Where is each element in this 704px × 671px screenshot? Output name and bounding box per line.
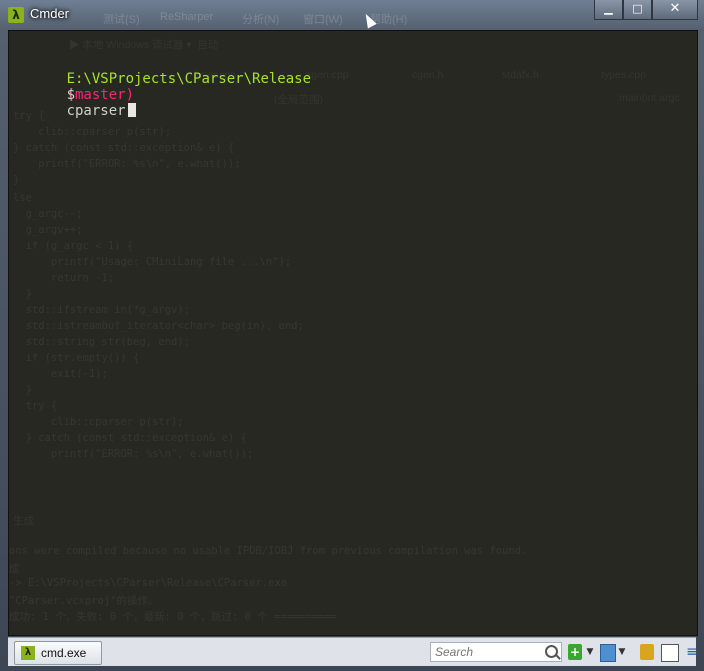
menu-icon[interactable]: ≡ <box>685 644 699 660</box>
layout-dropdown-icon[interactable]: ▼ <box>617 644 627 660</box>
close-button[interactable]: ✕ <box>652 0 698 20</box>
ghost-code-line: if (str.empty()) { <box>13 352 140 364</box>
ghost-code-line: exit(-1); <box>13 368 108 380</box>
ghost-code-line: g_argc--; <box>13 208 83 220</box>
new-console-button[interactable]: + <box>568 644 582 660</box>
tab-label: cmd.exe <box>41 646 87 660</box>
prompt-symbol: $ <box>66 87 76 103</box>
new-console-dropdown-icon[interactable]: ▼ <box>585 644 595 660</box>
ghost-code-line: g_argv++; <box>13 224 83 236</box>
title-bar[interactable]: λ Cmder 测试(S) ReSharper 分析(N) 窗口(W) 帮助(H… <box>0 0 704 29</box>
command-line[interactable]: $ cparser <box>16 71 136 135</box>
window-title: Cmder <box>30 6 70 21</box>
ghost-code-line: } <box>13 174 20 186</box>
status-bar: λ cmd.exe + ▼ ▼ ≡ <box>8 637 699 666</box>
lock-icon[interactable] <box>640 644 654 660</box>
ghost-code-line: } catch (const std::exception& e) { <box>13 432 247 444</box>
panel-view-icon[interactable] <box>661 644 679 662</box>
maximize-button[interactable]: □ <box>623 0 652 20</box>
ghost-code-line: printf("ERROR: %s\n", e.what()); <box>13 448 254 460</box>
ghost-code-line: } <box>13 288 32 300</box>
ghost-code-line: std::istreambuf_iterator<char> beg(in), … <box>13 320 304 332</box>
minimize-button[interactable]: ▁ <box>594 0 623 20</box>
ghost-output-line: 成功: 1 个，失败: 0 个，最新: 0 个，跳过: 0 个 ========… <box>9 611 338 623</box>
ghost-code-line: std::ifstream in(*g_argv); <box>13 304 191 316</box>
command-text[interactable]: cparser <box>67 103 126 119</box>
ghost-file-tab: stdafx.h <box>502 69 539 81</box>
ghost-code-line: clib::cparser p(str); <box>13 416 184 428</box>
terminal-pane[interactable]: ▶ 本地 Windows 调试器 ▾ 自动 lexer.cpp cgen.cpp… <box>8 30 698 636</box>
ghost-code-line: } <box>13 384 32 396</box>
lambda-icon: λ <box>21 646 35 660</box>
window-controls: ▁ □ ✕ <box>594 0 698 20</box>
ghost-code-line: printf("ERROR: %s\n", e.what()); <box>13 158 241 170</box>
ghost-code-line: std::string str(beg, end); <box>13 336 191 348</box>
ghost-output-line: 成 <box>9 563 20 575</box>
console-tab[interactable]: λ cmd.exe <box>14 641 102 665</box>
ghost-code-line: printf("Usage: CMiniLang file ...\n"); <box>13 256 292 268</box>
ghost-file-tab: types.cpp <box>601 69 646 81</box>
background-menu-test: 测试(S) <box>103 14 140 26</box>
ghost-code-line: if (g_argc < 1) { <box>13 240 134 252</box>
ghost-code-line: return -1; <box>13 272 115 284</box>
ghost-file-tab: cgen.h <box>412 69 444 81</box>
ghost-file-tab: cgen.cpp <box>306 69 349 81</box>
ghost-output-line: "CParser.vcxproj"的操作。 <box>9 595 159 607</box>
background-menu-window: 窗口(W) <box>303 14 343 26</box>
background-menu-analyze: 分析(N) <box>242 14 280 26</box>
background-menu-help: 帮助(H) <box>370 14 408 26</box>
background-menu-resharper: ReSharper <box>160 11 214 23</box>
ghost-output-title: 生成 <box>13 515 34 527</box>
split-layout-icon[interactable] <box>600 644 616 662</box>
search-box[interactable] <box>430 642 562 662</box>
ghost-output-line: ons were compiled because no usable IPDB… <box>9 545 528 557</box>
ghost-toolbar: ▶ 本地 Windows 调试器 ▾ 自动 <box>69 39 219 51</box>
text-cursor <box>127 103 136 117</box>
search-input[interactable] <box>431 644 543 660</box>
lambda-app-icon[interactable]: λ <box>8 7 24 23</box>
cmder-window: λ Cmder 测试(S) ReSharper 分析(N) 窗口(W) 帮助(H… <box>0 0 704 671</box>
ghost-output-line: -> E:\VSProjects\CParser\Release\CParser… <box>9 577 288 589</box>
ghost-code-line: } catch (const std::exception& e) { <box>13 142 235 154</box>
ghost-function: main(int argc <box>619 92 680 104</box>
ghost-code-line: try { <box>13 400 58 412</box>
search-icon[interactable] <box>545 645 558 658</box>
ghost-code-line: lse <box>13 192 32 204</box>
